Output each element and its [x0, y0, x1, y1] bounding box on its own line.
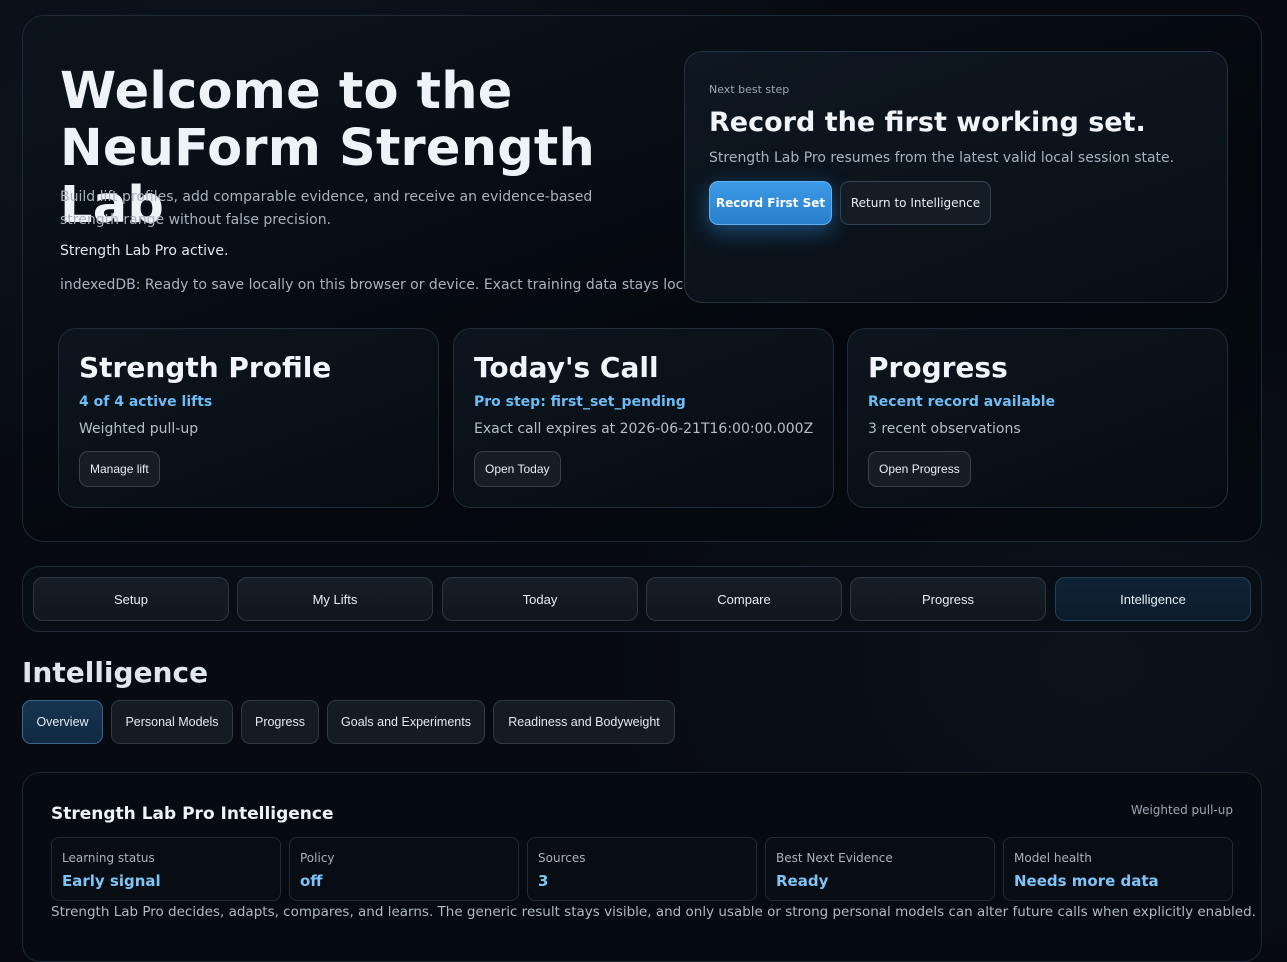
card-detail: 3 recent observations	[868, 421, 1021, 437]
subtab-overview[interactable]: Overview	[22, 700, 103, 744]
manage-lift-button[interactable]: Manage lift	[79, 451, 160, 487]
storage-status-text: indexedDB: Ready to save locally on this…	[60, 277, 701, 293]
metric-label: Best Next Evidence	[776, 851, 893, 865]
return-to-intelligence-button[interactable]: Return to Intelligence	[840, 181, 991, 225]
next-step-title: Record the first working set.	[709, 107, 1146, 138]
tab-compare[interactable]: Compare	[646, 577, 842, 621]
strength-profile-card: Strength Profile 4 of 4 active lifts Wei…	[58, 328, 439, 508]
metric-label: Learning status	[62, 851, 155, 865]
open-today-button[interactable]: Open Today	[474, 451, 561, 487]
metric-value: Needs more data	[1014, 872, 1159, 890]
metric-label: Policy	[300, 851, 335, 865]
card-accent: Pro step: first_set_pending	[474, 394, 686, 410]
tab-today[interactable]: Today	[442, 577, 638, 621]
metric-value: Early signal	[62, 872, 161, 890]
card-title: Progress	[868, 351, 1008, 384]
open-progress-button[interactable]: Open Progress	[868, 451, 971, 487]
tab-progress[interactable]: Progress	[850, 577, 1046, 621]
panel-lift-label: Weighted pull-up	[1130, 803, 1233, 817]
metric-label: Sources	[538, 851, 586, 865]
metric-value: 3	[538, 872, 549, 890]
tab-setup[interactable]: Setup	[33, 577, 229, 621]
subtab-progress[interactable]: Progress	[241, 700, 319, 744]
metric-sources: Sources 3	[527, 837, 757, 901]
tab-intelligence[interactable]: Intelligence	[1055, 577, 1251, 621]
metric-value: Ready	[776, 872, 829, 890]
metric-label: Model health	[1014, 851, 1092, 865]
subtab-personal-models[interactable]: Personal Models	[111, 700, 233, 744]
card-accent: Recent record available	[868, 394, 1056, 410]
metric-best-next-evidence: Best Next Evidence Ready	[765, 837, 995, 901]
record-first-set-button[interactable]: Record First Set	[709, 181, 832, 225]
metric-policy: Policy off	[289, 837, 519, 901]
metric-value: off	[300, 872, 323, 890]
pro-status-text: Strength Lab Pro active.	[60, 243, 229, 259]
metric-learning-status: Learning status Early signal	[51, 837, 281, 901]
card-detail: Exact call expires at 2026-06-21T16:00:0…	[474, 421, 814, 437]
section-title: Intelligence	[22, 656, 209, 689]
next-step-card: Next best step Record the first working …	[684, 51, 1228, 303]
next-step-eyebrow: Next best step	[709, 83, 790, 96]
hero-panel: Welcome to the NeuForm Strength Lab Buil…	[22, 15, 1262, 542]
subtab-goals-experiments[interactable]: Goals and Experiments	[327, 700, 485, 744]
next-step-subtitle: Strength Lab Pro resumes from the latest…	[709, 150, 1175, 166]
intelligence-note: Strength Lab Pro decides, adapts, compar…	[51, 904, 1256, 920]
subtab-readiness-bodyweight[interactable]: Readiness and Bodyweight	[493, 700, 675, 744]
hero-description: Build lift profiles, add comparable evid…	[60, 189, 593, 228]
tab-my-lifts[interactable]: My Lifts	[237, 577, 433, 621]
card-detail: Weighted pull-up	[79, 421, 199, 437]
panel-title: Strength Lab Pro Intelligence	[51, 804, 334, 824]
progress-card: Progress Recent record available 3 recen…	[847, 328, 1228, 508]
metric-model-health: Model health Needs more data	[1003, 837, 1233, 901]
todays-call-card: Today's Call Pro step: first_set_pending…	[453, 328, 834, 508]
main-nav: Setup My Lifts Today Compare Progress In…	[22, 566, 1262, 632]
card-title: Today's Call	[474, 351, 659, 384]
card-title: Strength Profile	[79, 351, 332, 384]
card-accent: 4 of 4 active lifts	[79, 394, 213, 410]
intelligence-panel: Strength Lab Pro Intelligence Weighted p…	[22, 772, 1262, 962]
